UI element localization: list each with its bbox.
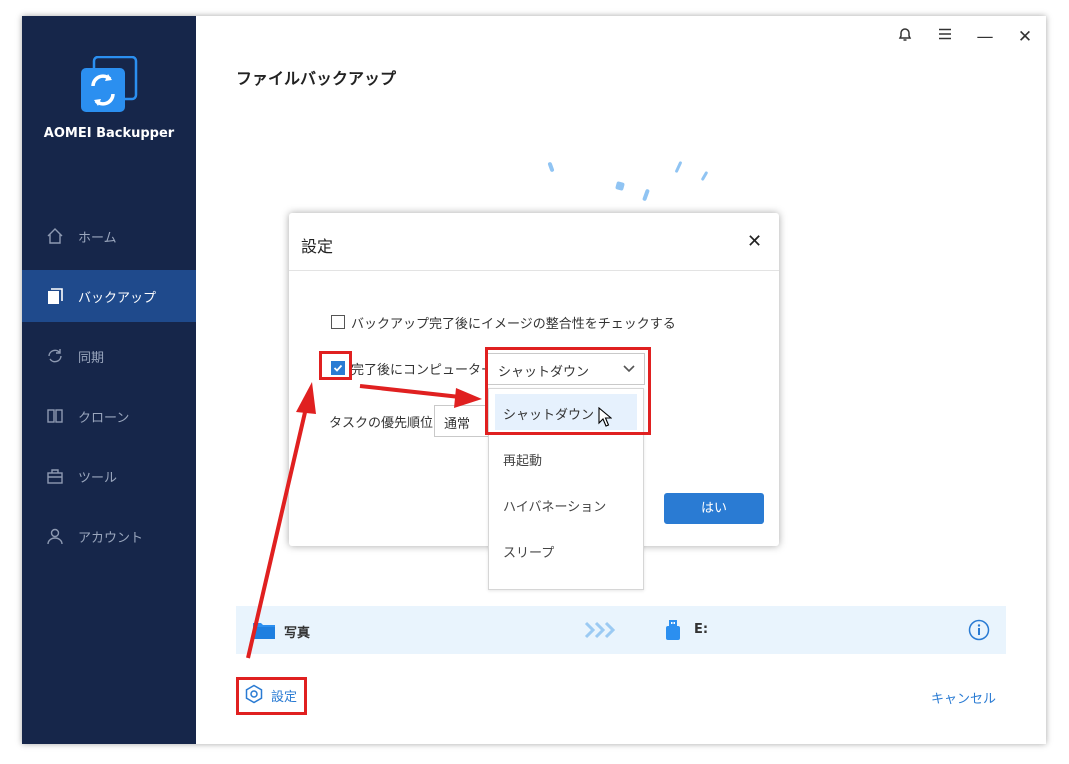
annotation-arrows	[246, 382, 482, 659]
